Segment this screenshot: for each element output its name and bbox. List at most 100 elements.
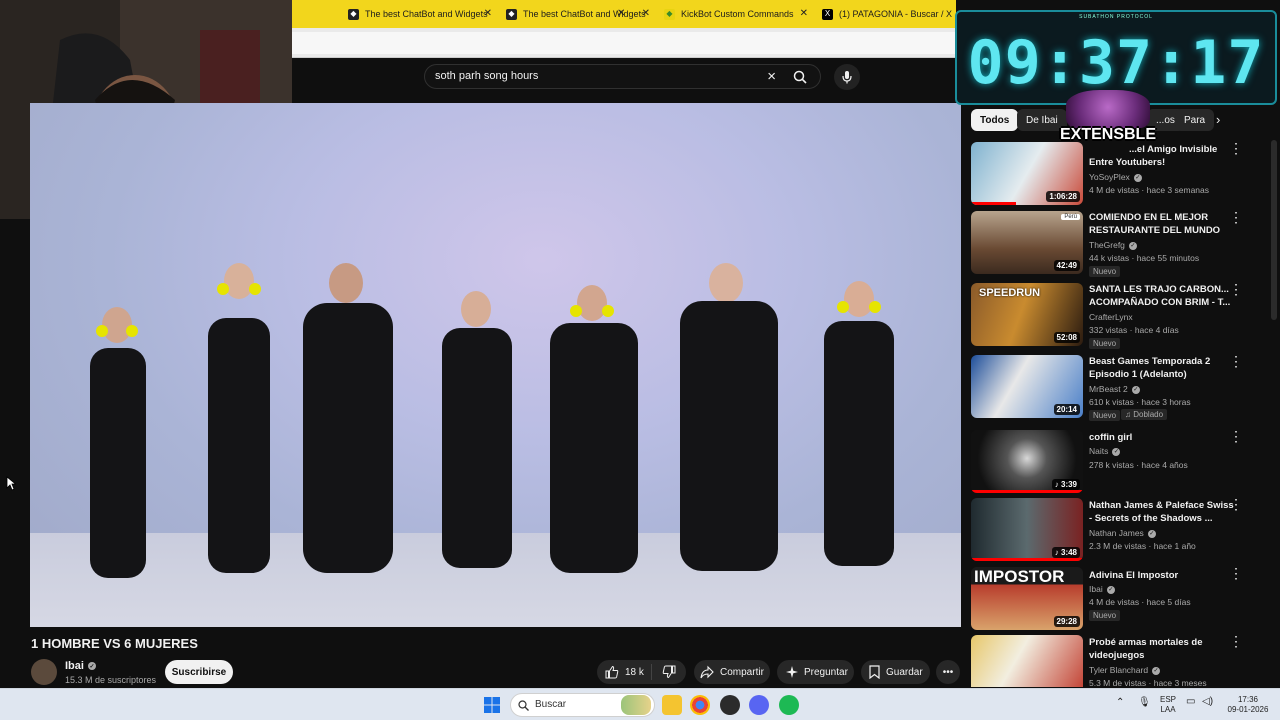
rec-channel[interactable]: Nathan James ✓: [1089, 528, 1156, 538]
chevron-up-icon[interactable]: ⌃: [1116, 698, 1124, 708]
chip-todos[interactable]: Todos: [971, 109, 1019, 131]
list-item[interactable]: ♪ 3:39 coffin girl Naits ✓ 278 k vistas ·…: [971, 429, 1261, 494]
file-explorer-icon[interactable]: [662, 695, 682, 715]
list-item[interactable]: SPEEDRUN 52:08 SANTA LES TRAJO CARBON...…: [971, 282, 1261, 349]
close-tab-icon[interactable]: ✕: [484, 8, 492, 19]
rec-title: coffin girl: [1089, 432, 1133, 443]
rec-channel[interactable]: Ibai ✓: [1089, 584, 1115, 594]
avatar[interactable]: [31, 659, 57, 685]
discord-icon[interactable]: [749, 695, 769, 715]
more-vert-icon[interactable]: ⋮: [1229, 210, 1243, 224]
microphone-icon[interactable]: 🎙: [1138, 698, 1151, 708]
more-vert-icon[interactable]: ⋮: [1229, 635, 1243, 648]
scrollbar[interactable]: [1271, 140, 1277, 320]
video-thumbnail[interactable]: 20:14: [971, 355, 1083, 418]
video-thumbnail[interactable]: ♪ 3:48: [971, 498, 1083, 561]
chevron-right-icon[interactable]: ›: [1216, 112, 1220, 127]
rec-channel[interactable]: CrafterLynx: [1089, 312, 1133, 322]
ask-button[interactable]: Preguntar: [777, 660, 854, 684]
watch-progress: [971, 202, 1016, 205]
more-vert-icon[interactable]: ⋮: [1229, 497, 1243, 511]
rec-title: Beast Games Temporada 2 Episodio 1 (Adela…: [1089, 355, 1237, 381]
new-badge: Nuevo: [1089, 338, 1121, 349]
list-item[interactable]: Probé armas mortales de videojuegos Tyler…: [971, 635, 1261, 687]
tab-label: KickBot Custom Commands: [681, 9, 794, 19]
video-thumbnail[interactable]: Perú 42:49: [971, 211, 1083, 274]
rec-channel[interactable]: TheGrefg ✓: [1089, 240, 1137, 250]
list-item[interactable]: Perú 42:49 COMIENDO EN EL MEJOR RESTAURAN…: [971, 210, 1261, 277]
browser-tab[interactable]: X (1) PATAGONIA - Buscar / X: [822, 0, 956, 28]
video-thumbnail[interactable]: IMPOSTOR 29:28: [971, 567, 1083, 630]
chrome-icon[interactable]: [690, 695, 710, 715]
more-vert-icon[interactable]: ⋮: [1229, 354, 1243, 368]
close-tab-icon[interactable]: ✕: [800, 8, 808, 19]
rec-title: ...el Amigo Invisible Entre Youtubers!: [1089, 143, 1237, 169]
address-input[interactable]: [292, 32, 956, 54]
subscribe-button[interactable]: Suscribirse: [165, 660, 233, 684]
microphone-icon[interactable]: [834, 64, 860, 90]
language-bottom: LAA: [1160, 705, 1176, 714]
more-actions-button[interactable]: •••: [936, 660, 960, 684]
windows-start-icon[interactable]: [484, 697, 500, 713]
rec-title-line-1: SANTA LES TRAJO CARBON...: [1089, 284, 1229, 295]
dislike-button[interactable]: [652, 665, 682, 679]
rec-title-line-2: Episodio 1 (Adelanto): [1089, 369, 1187, 380]
obs-icon[interactable]: [720, 695, 740, 715]
browser-tab[interactable]: ◆ The best ChatBot and Widgets ✕: [506, 0, 656, 28]
more-vert-icon[interactable]: ⋮: [1229, 429, 1243, 443]
like-button[interactable]: 18 k: [597, 665, 651, 679]
list-item[interactable]: ♪ 3:48 Nathan James & Paleface Swiss - Se…: [971, 497, 1261, 562]
more-vert-icon[interactable]: ⋮: [1229, 566, 1243, 580]
video-thumbnail[interactable]: 1:06:28: [971, 142, 1083, 205]
save-button[interactable]: Guardar: [861, 660, 930, 684]
language-indicator[interactable]: ESP LAA: [1158, 695, 1178, 715]
rec-channel[interactable]: Naits ✓: [1089, 446, 1121, 456]
rec-channel[interactable]: Tyler Blanchard ✓: [1089, 665, 1161, 675]
monitor-icon[interactable]: ▭: [1186, 697, 1195, 707]
rec-meta: 44 k vistas · hace 55 minutos: [1089, 253, 1200, 263]
duration-badge: ♪ 3:39: [1051, 479, 1080, 490]
list-item[interactable]: 1:06:28 ...el Amigo Invisible Entre Youtu…: [971, 141, 1261, 206]
x-icon: X: [822, 8, 833, 20]
taskbar-search[interactable]: Buscar: [510, 693, 655, 717]
list-item[interactable]: 20:14 Beast Games Temporada 2 Episodio 1 …: [971, 354, 1261, 421]
duration-badge: 20:14: [1053, 404, 1080, 415]
clock[interactable]: 17:36 09-01-2026: [1220, 695, 1276, 715]
kick-icon: ◆: [348, 8, 359, 20]
video-thumbnail[interactable]: [971, 635, 1083, 687]
channel-name[interactable]: Ibai ✓: [65, 660, 96, 672]
verified-icon: ✓: [1112, 447, 1121, 456]
thumbs-down-icon: [662, 665, 676, 679]
subathon-label: SUBATHON PROTOCOL: [1079, 14, 1153, 20]
save-label: Guardar: [886, 666, 923, 678]
browser-tab[interactable]: ◆ The best ChatBot and Widgets ✕: [348, 0, 498, 28]
volume-icon[interactable]: ◁): [1202, 697, 1213, 707]
duration-badge: 29:28: [1053, 616, 1080, 627]
rec-channel[interactable]: MrBeast 2 ✓: [1089, 384, 1140, 394]
spotify-icon[interactable]: [779, 695, 799, 715]
subscriber-count: 15.3 M de suscriptores: [65, 675, 157, 685]
search-input[interactable]: soth parh song hours: [435, 70, 538, 82]
video-thumbnail[interactable]: ♪ 3:39: [971, 430, 1083, 493]
share-button[interactable]: Compartir: [694, 660, 770, 684]
search-box[interactable]: soth parh song hours ×: [424, 64, 821, 89]
list-item[interactable]: IMPOSTOR 29:28 Adivina El Impostor Ibai ✓…: [971, 566, 1261, 631]
rec-title-line-2: ACOMPAÑADO CON BRIM - T...: [1089, 297, 1231, 308]
video-player[interactable]: [30, 103, 961, 627]
clear-icon[interactable]: ×: [767, 68, 776, 85]
browser-tab[interactable]: ◆ KickBot Custom Commands ✕: [664, 0, 814, 28]
more-actions-label: •••: [942, 666, 954, 678]
video-thumbnail[interactable]: SPEEDRUN 52:08: [971, 283, 1083, 346]
dubbed-badge: ♫ Doblado: [1121, 409, 1168, 420]
more-vert-icon[interactable]: ⋮: [1229, 282, 1243, 296]
chip-para-ti[interactable]: Para: [1175, 109, 1215, 131]
thumbnail-text: SPEEDRUN: [979, 287, 1041, 299]
search-icon[interactable]: [786, 68, 814, 86]
mouse-cursor-icon: [6, 476, 16, 491]
more-vert-icon[interactable]: ⋮: [1229, 141, 1243, 155]
browser-tab-strip: ✕ ◆ The best ChatBot and Widgets ✕ ◆ The…: [292, 0, 956, 28]
rec-title-line-1: Beast Games Temporada 2: [1089, 356, 1211, 367]
verified-icon: ✓: [1128, 241, 1137, 250]
close-tab-icon[interactable]: ✕: [642, 8, 650, 19]
rec-channel[interactable]: YoSoyPlex ✓: [1089, 172, 1142, 182]
